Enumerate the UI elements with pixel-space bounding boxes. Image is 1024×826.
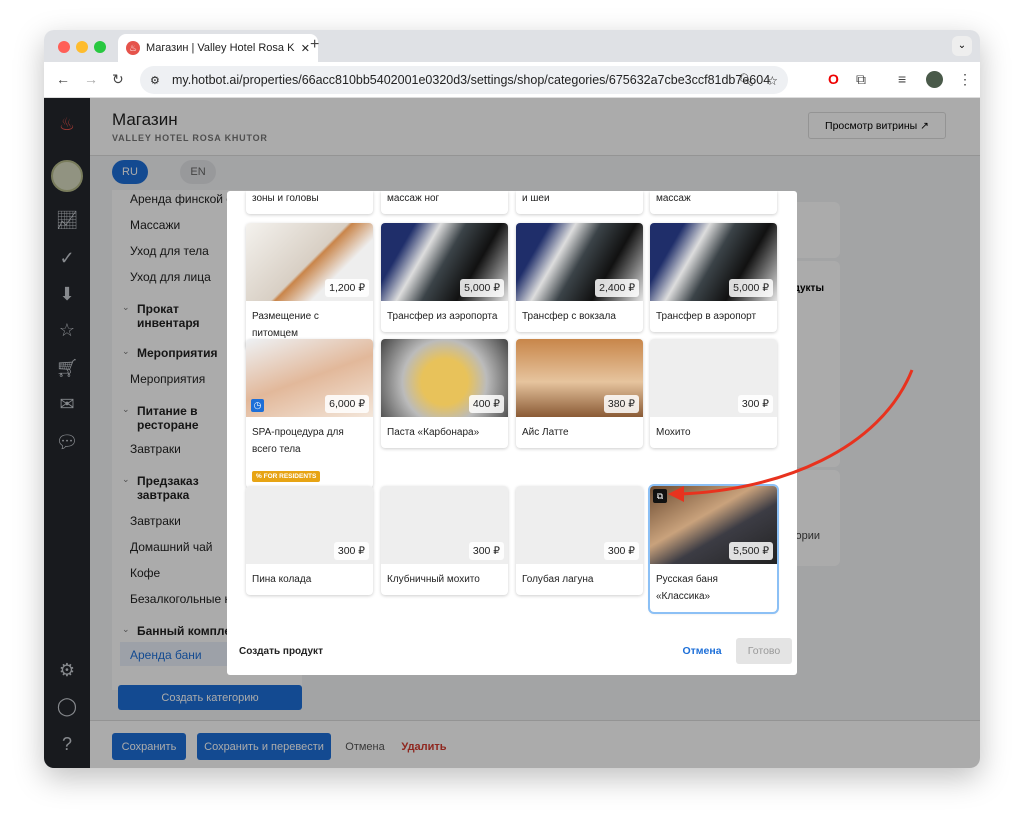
- annotation-arrow: [668, 369, 914, 502]
